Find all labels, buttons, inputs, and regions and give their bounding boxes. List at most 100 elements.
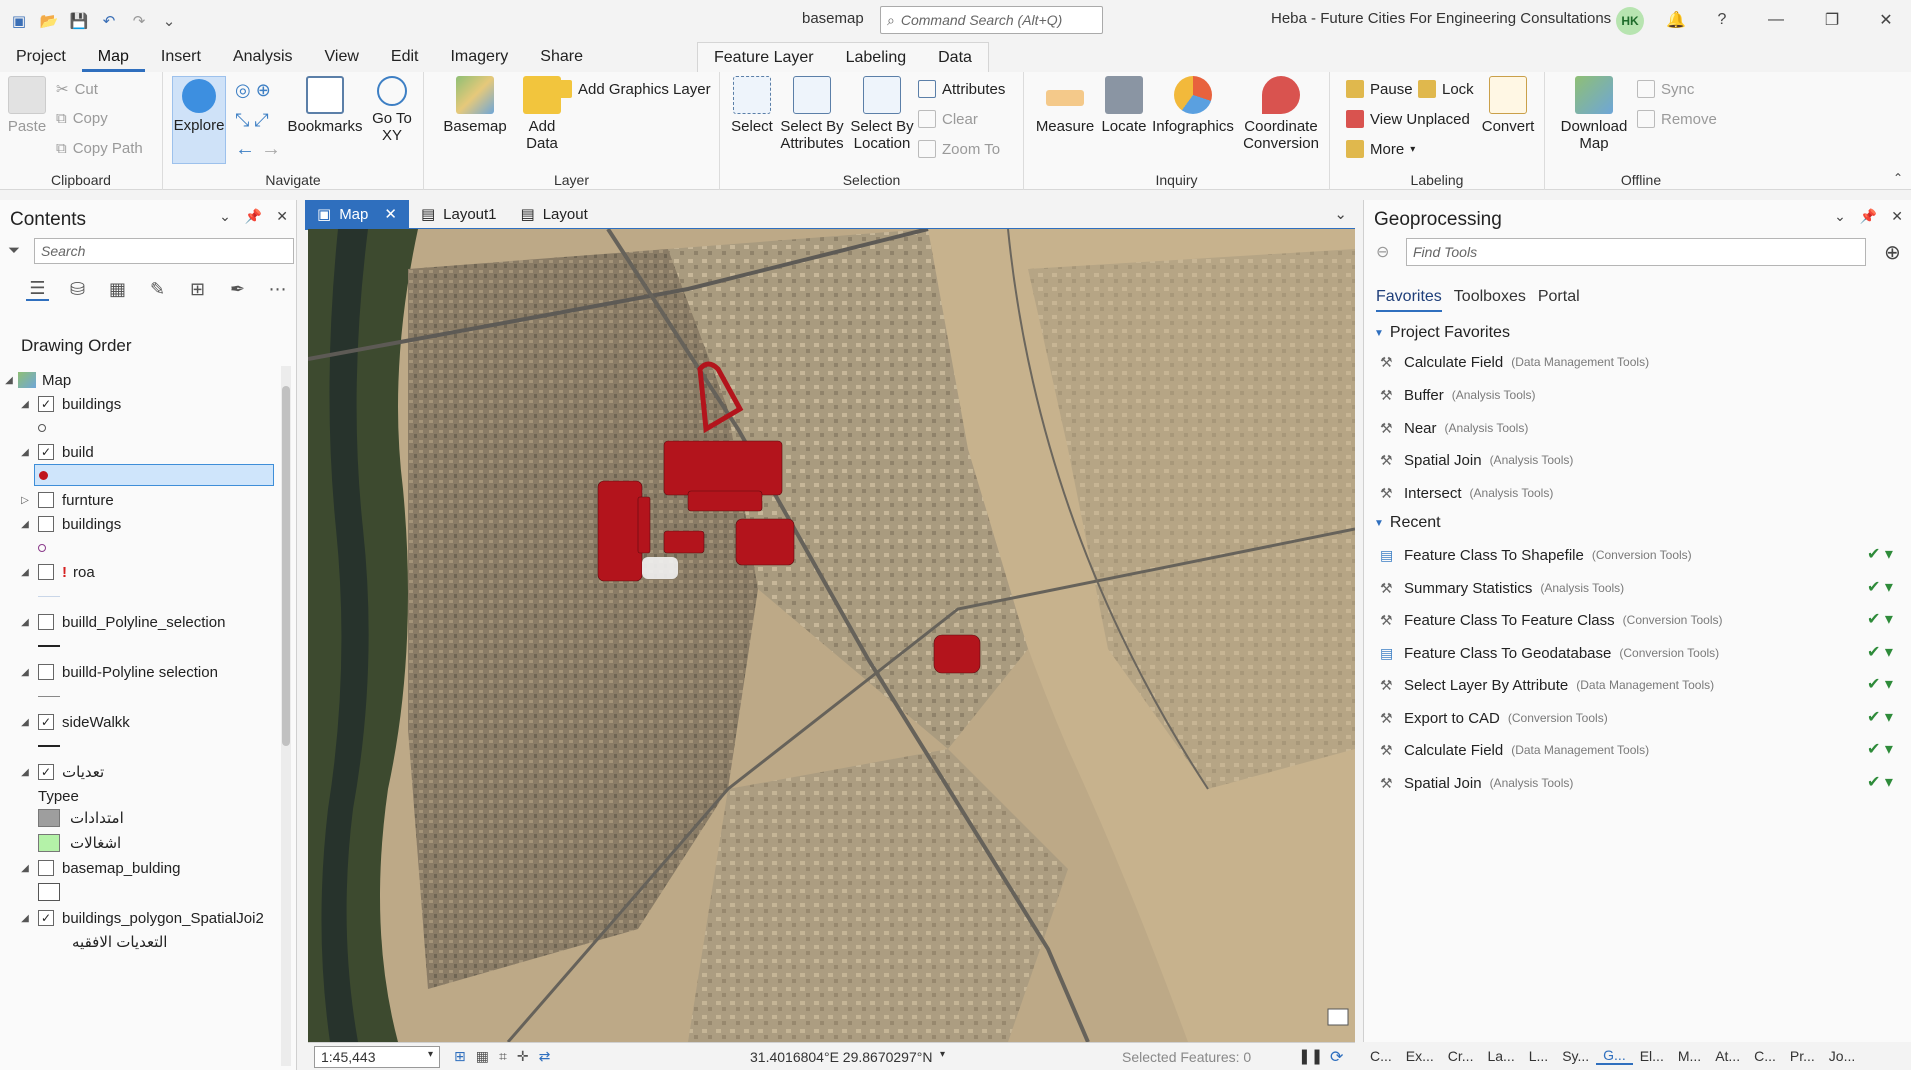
more-options-icon[interactable]: ⋯: [266, 278, 289, 301]
recent-tool[interactable]: ⚒ Export to CAD (Conversion Tools): [1380, 706, 1608, 730]
explore-button[interactable]: Explore: [172, 76, 226, 164]
expand-icon[interactable]: ◢: [18, 447, 32, 458]
expand-icon[interactable]: ◢: [18, 717, 32, 728]
full-extent-icon[interactable]: ◎ ⊕: [235, 80, 271, 101]
expand-icon[interactable]: ◢: [18, 767, 32, 778]
expand-icon[interactable]: ◢: [18, 519, 32, 530]
table-toggle-icon[interactable]: ▦: [476, 1048, 489, 1065]
visibility-checkbox[interactable]: ✓: [38, 396, 54, 412]
copy-button[interactable]: ⧉ Copy: [56, 110, 108, 127]
restore-icon[interactable]: ❐: [1816, 6, 1848, 34]
tab-imagery[interactable]: Imagery: [434, 48, 524, 72]
tab-map[interactable]: Map: [81, 48, 145, 72]
visibility-checkbox[interactable]: [38, 564, 54, 580]
tool-calculate-field[interactable]: ⚒ Calculate Field (Data Management Tools): [1380, 350, 1649, 374]
coordinate-conversion-button[interactable]: Coordinate Conversion: [1240, 76, 1322, 152]
paste-button[interactable]: Paste: [6, 76, 48, 135]
line-symbol[interactable]: [38, 684, 60, 708]
polygon-symbol[interactable]: [38, 880, 60, 904]
visibility-checkbox[interactable]: ✓: [38, 714, 54, 730]
tab-feature-layer[interactable]: Feature Layer: [698, 43, 830, 72]
crosshair-toggle-icon[interactable]: ✛: [517, 1048, 529, 1065]
filter-icon[interactable]: ⏷: [8, 242, 20, 259]
map-canvas[interactable]: [308, 229, 1355, 1042]
tab-share[interactable]: Share: [524, 48, 599, 72]
add-tool-icon[interactable]: ⊕: [1884, 240, 1901, 265]
previous-extent-icon[interactable]: ← →: [235, 138, 281, 161]
expand-icon[interactable]: ◢: [18, 667, 32, 678]
recent-tool[interactable]: ⚒ Spatial Join (Analysis Tools): [1380, 771, 1573, 795]
layer-row-taadiyat[interactable]: ◢ ✓ تعديات: [18, 760, 104, 784]
zoom-to-selection-button[interactable]: Zoom To: [918, 140, 1000, 158]
layer-row-buildings[interactable]: ◢ ✓ buildings: [18, 392, 121, 416]
expand-icon[interactable]: ◢: [18, 617, 32, 628]
layer-row-furnture[interactable]: ▷ furnture: [18, 488, 114, 512]
visibility-checkbox[interactable]: ✓: [38, 444, 54, 460]
more-labeling-button[interactable]: More ▾: [1346, 140, 1415, 158]
customize-toolbar-icon[interactable]: ⌄: [158, 10, 180, 32]
clear-selection-button[interactable]: Clear: [918, 110, 978, 128]
list-by-editing-icon[interactable]: ✎: [146, 278, 169, 301]
layer-row-buildings-2[interactable]: ◢ buildings: [18, 512, 121, 536]
coords-dropdown-icon[interactable]: ▾: [940, 1049, 945, 1060]
convert-button[interactable]: Convert: [1480, 76, 1536, 135]
visibility-checkbox[interactable]: [38, 492, 54, 508]
collapse-ribbon-icon[interactable]: ⌃: [1893, 171, 1903, 185]
notification-icon[interactable]: 🔔: [1660, 6, 1692, 34]
tab-labeling[interactable]: Labeling: [830, 43, 923, 72]
locate-button[interactable]: Locate: [1100, 76, 1148, 135]
pane-tab[interactable]: Jo...: [1822, 1048, 1862, 1064]
infographics-button[interactable]: Infographics: [1152, 76, 1234, 135]
remove-button[interactable]: Remove: [1637, 110, 1717, 128]
pane-tab[interactable]: C...: [1747, 1048, 1783, 1064]
copy-path-button[interactable]: ⧉ Copy Path: [56, 140, 143, 157]
pause-drawing-icon[interactable]: ❚❚: [1298, 1047, 1323, 1065]
expand-icon[interactable]: ◢: [18, 863, 32, 874]
view-unplaced-button[interactable]: View Unplaced: [1346, 110, 1470, 128]
visibility-checkbox[interactable]: ✓: [38, 910, 54, 926]
tab-toolboxes[interactable]: Toolboxes: [1454, 288, 1526, 312]
visibility-checkbox[interactable]: [38, 516, 54, 532]
lock-labels-button[interactable]: Lock: [1418, 80, 1474, 98]
tab-view[interactable]: View: [309, 48, 375, 72]
project-icon[interactable]: ▣: [8, 10, 30, 32]
close-icon[interactable]: ✕: [1891, 208, 1903, 225]
project-favorites-header[interactable]: ▼ Project Favorites: [1374, 324, 1510, 342]
fixed-zoom-icon[interactable]: ⤡ ⤢: [235, 110, 269, 131]
recent-tool[interactable]: ▤ Feature Class To Shapefile (Conversion T…: [1380, 543, 1692, 567]
recent-tool[interactable]: ⚒ Calculate Field (Data Management Tools): [1380, 738, 1649, 762]
pause-labels-button[interactable]: Pause: [1346, 80, 1413, 98]
list-by-drawing-order-icon[interactable]: ☰: [26, 278, 49, 301]
pane-tab-geoprocessing[interactable]: G...: [1596, 1047, 1633, 1065]
close-window-icon[interactable]: ✕: [1870, 6, 1902, 34]
visibility-checkbox[interactable]: [38, 664, 54, 680]
refresh-icon[interactable]: ⟳: [1330, 1047, 1343, 1067]
cut-button[interactable]: ✂ Cut: [56, 80, 98, 99]
pane-menu-icon[interactable]: ⌄: [1834, 208, 1846, 225]
command-search-input[interactable]: ⌕ Command Search (Alt+Q): [880, 6, 1103, 34]
go-to-xy-button[interactable]: Go To XY: [367, 76, 417, 144]
line-symbol[interactable]: [38, 634, 60, 658]
success-check-icon[interactable]: ✔ ▾: [1867, 739, 1893, 759]
recent-tool[interactable]: ⚒ Feature Class To Feature Class (Conversi…: [1380, 608, 1722, 632]
sync-button[interactable]: Sync: [1637, 80, 1694, 98]
pane-tab[interactable]: Pr...: [1783, 1048, 1822, 1064]
select-by-location-button[interactable]: Select By Location: [848, 76, 916, 152]
pane-tab[interactable]: L...: [1522, 1048, 1555, 1064]
avatar[interactable]: HK: [1616, 7, 1644, 35]
redo-icon[interactable]: ↷: [128, 10, 150, 32]
tab-data[interactable]: Data: [922, 43, 988, 72]
expand-icon[interactable]: ◢: [18, 567, 32, 578]
help-icon[interactable]: ?: [1706, 6, 1738, 34]
layer-row-polyline-selection-2[interactable]: ◢ builld-Polyline selection: [18, 660, 218, 684]
close-tab-icon[interactable]: ✕: [384, 205, 397, 223]
add-graphics-layer-button[interactable]: Add Graphics Layer: [554, 80, 711, 98]
point-symbol[interactable]: [38, 536, 46, 560]
tab-favorites[interactable]: Favorites: [1376, 288, 1442, 312]
pane-tab[interactable]: M...: [1671, 1048, 1708, 1064]
layer-row-basemap-bulding[interactable]: ◢ basemap_bulding: [18, 856, 180, 880]
pin-icon[interactable]: 📌: [245, 208, 262, 225]
expand-icon[interactable]: ◢: [2, 375, 16, 386]
minimize-icon[interactable]: —: [1760, 6, 1792, 34]
tab-insert[interactable]: Insert: [145, 48, 217, 72]
